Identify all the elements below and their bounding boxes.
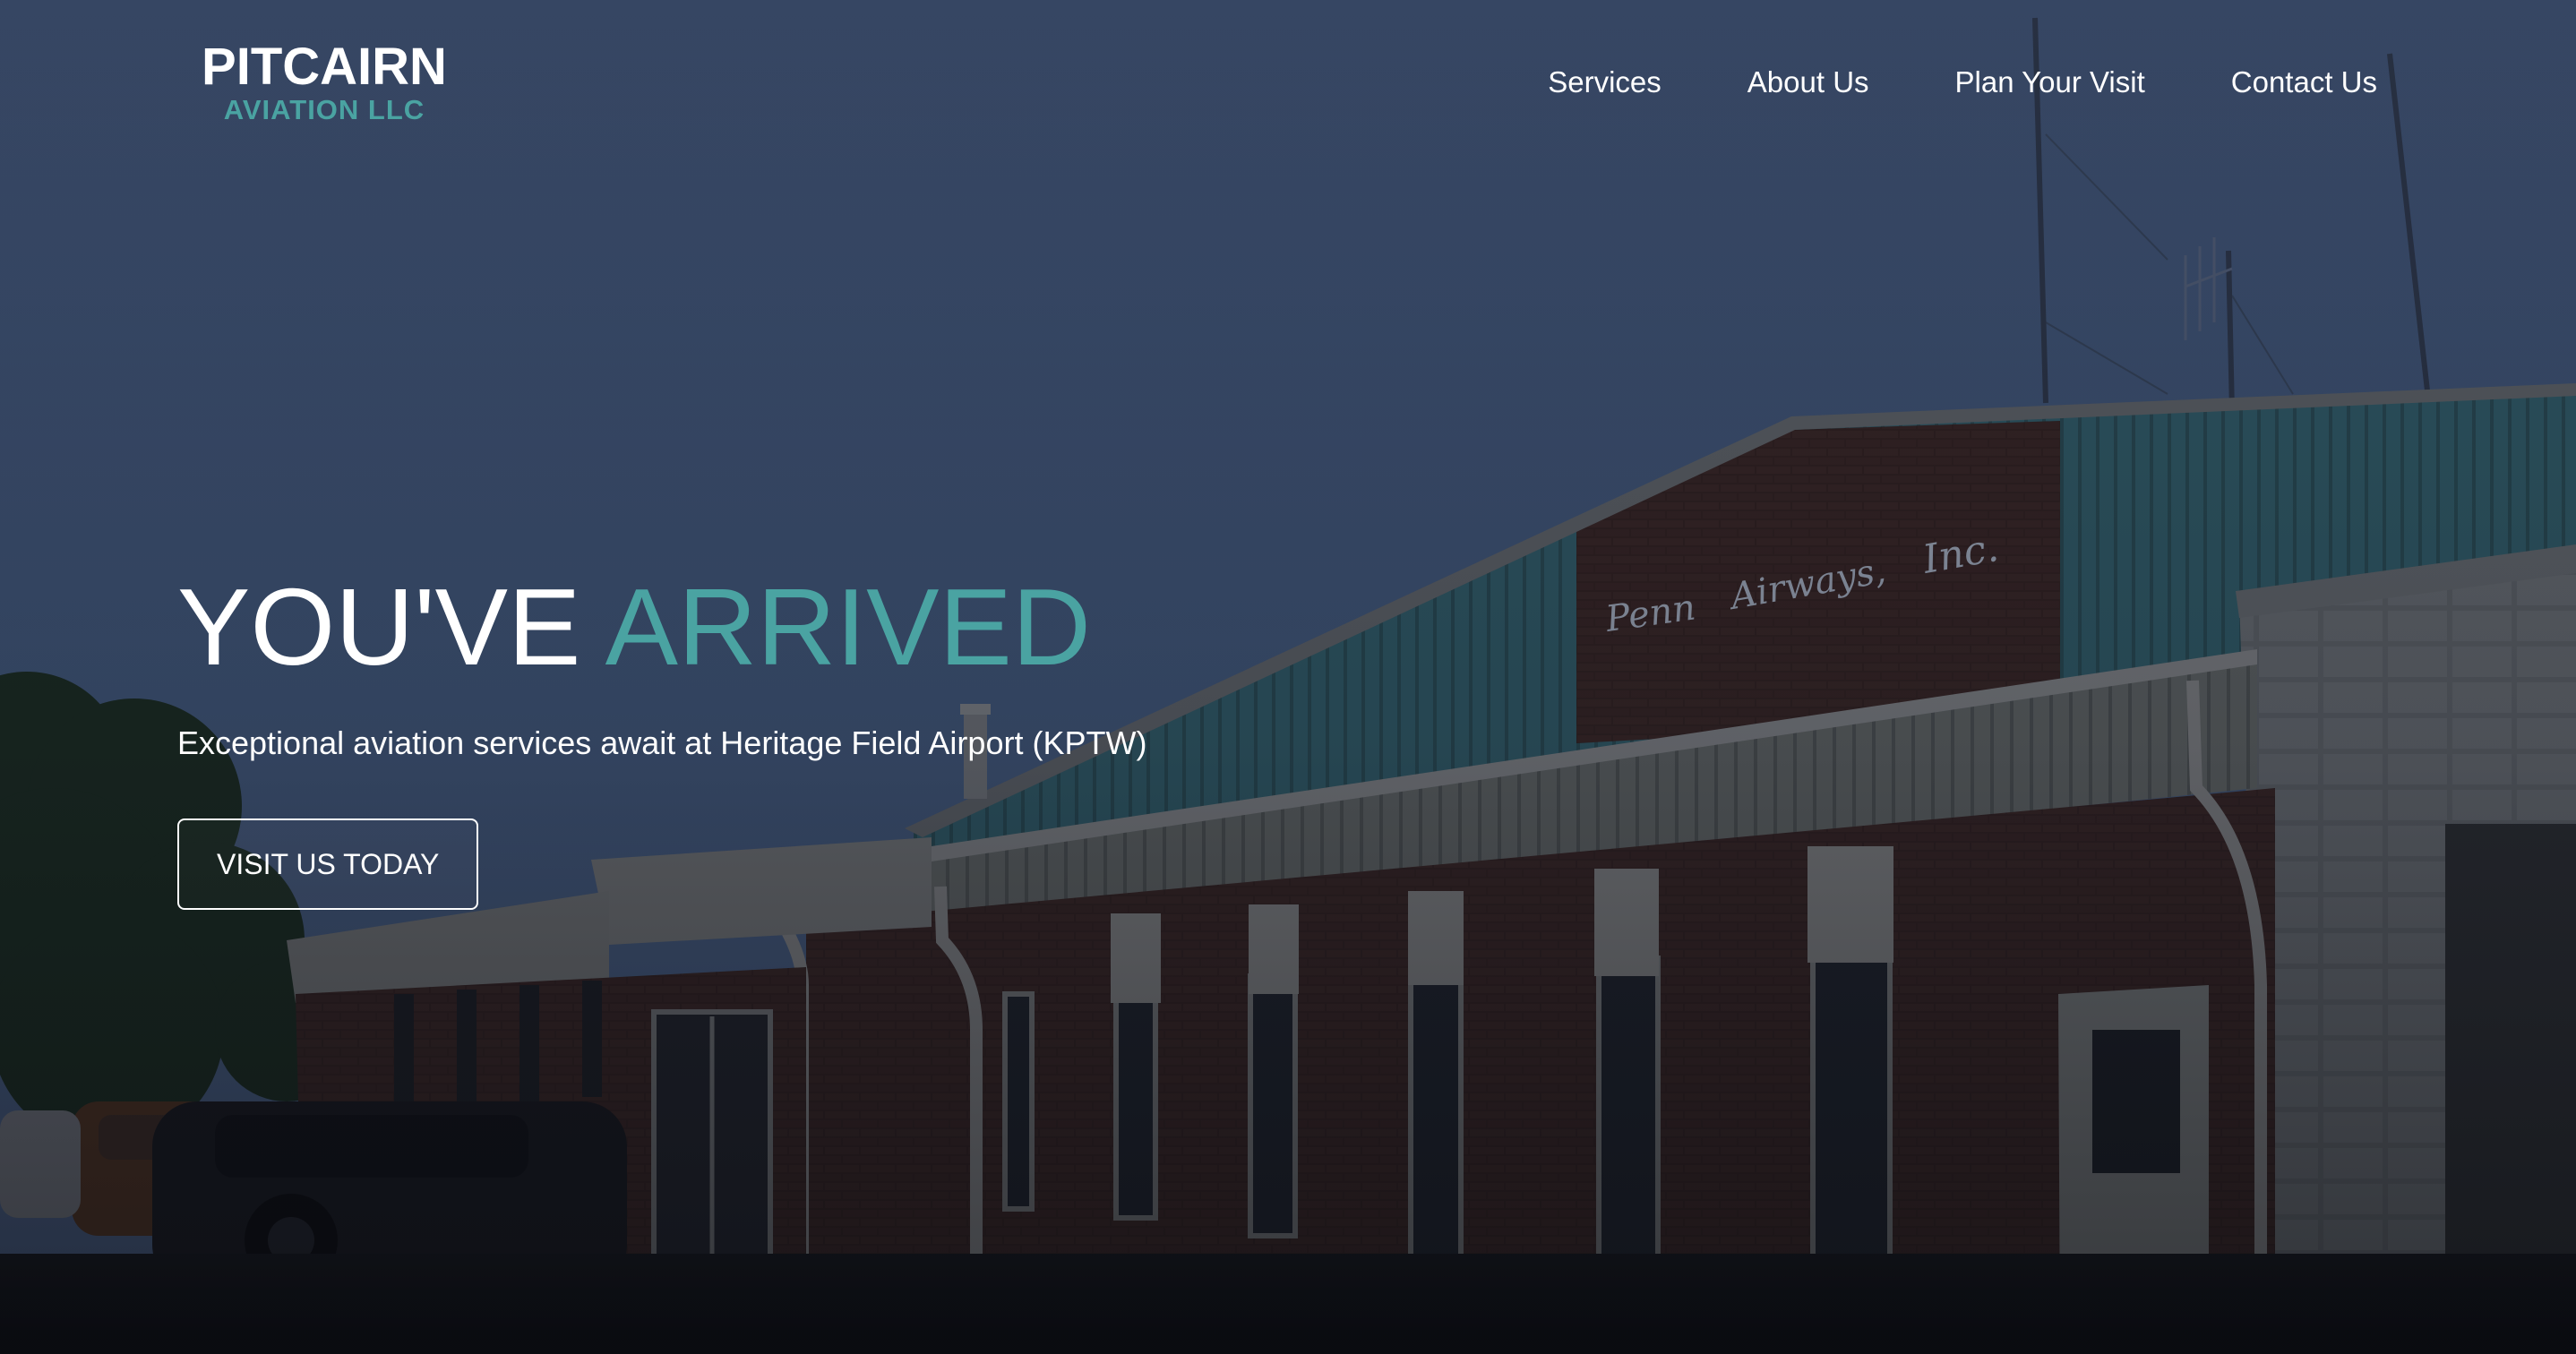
nav-link-services[interactable]: Services — [1548, 63, 1662, 102]
hero-title-part1: YOU'VE — [177, 566, 581, 688]
hero-title: YOU'VE ARRIVED — [177, 564, 1521, 690]
hero-section: YOU'VE ARRIVED Exceptional aviation serv… — [177, 564, 1521, 910]
landing-page: Penn Airways, Inc. PITCAIRN AVIATION LLC… — [0, 0, 2576, 1354]
nav-link-about-us[interactable]: About Us — [1747, 63, 1869, 102]
visit-us-today-button[interactable]: VISIT US TODAY — [177, 818, 479, 910]
nav-link-plan-your-visit[interactable]: Plan Your Visit — [1955, 63, 2145, 102]
hero-subtitle: Exceptional aviation services await at H… — [177, 724, 1147, 761]
site-header: PITCAIRN AVIATION LLC Services About Us … — [0, 0, 2576, 161]
logo-main-text: PITCAIRN — [202, 38, 447, 96]
site-logo[interactable]: PITCAIRN AVIATION LLC — [199, 39, 450, 125]
main-nav: Services About Us Plan Your Visit Contac… — [1548, 63, 2377, 102]
hero-title-accent: ARRIVED — [605, 566, 1091, 688]
nav-link-contact-us[interactable]: Contact Us — [2231, 63, 2377, 102]
logo-sub-text: AVIATION LLC — [223, 94, 425, 125]
